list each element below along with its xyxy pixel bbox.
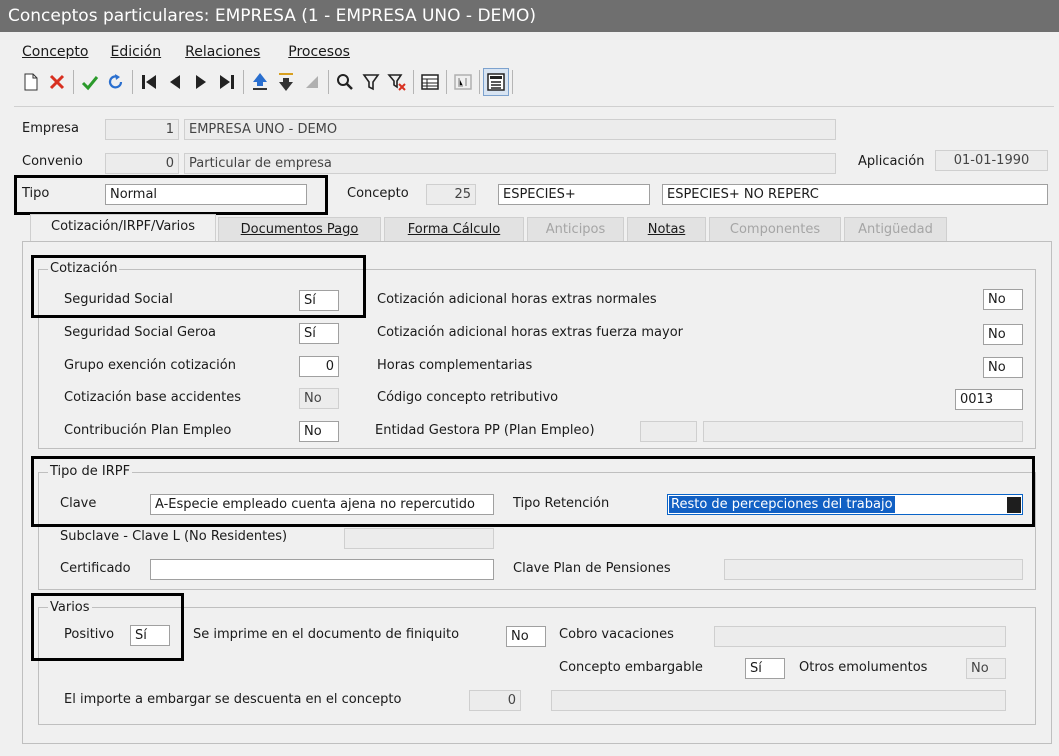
clave-label: Clave xyxy=(60,496,97,511)
finiquito-label: Se imprime en el documento de finiquito xyxy=(193,627,460,642)
tab-notas[interactable]: Notas xyxy=(627,217,706,242)
plan-pensiones-label: Clave Plan de Pensiones xyxy=(513,561,671,576)
codigo-retributivo-field[interactable]: 0013 xyxy=(955,389,1023,410)
first-record-icon[interactable] xyxy=(136,68,162,96)
tipo-retencion-value: Resto de percepciones del trabajo xyxy=(669,496,895,513)
empresa-label: Empresa xyxy=(22,121,79,136)
base-accidentes-label: Cotización base accidentes xyxy=(64,390,241,405)
new-document-icon[interactable] xyxy=(18,68,44,96)
form-view-icon[interactable] xyxy=(483,68,509,96)
undo-refresh-icon[interactable] xyxy=(103,68,129,96)
last-record-icon[interactable] xyxy=(214,68,240,96)
tab-forma-calculo[interactable]: Forma Cálculo xyxy=(384,217,524,242)
toolbar xyxy=(18,66,516,98)
irpf-highlight-box xyxy=(31,456,1035,527)
entidad-gestora-code-field xyxy=(640,421,697,442)
tipo-field[interactable]: Normal xyxy=(105,184,307,205)
tab-antiguedad: Antigüedad xyxy=(844,217,947,242)
tab-documentos-pago[interactable]: Documentos Pago xyxy=(218,217,381,242)
aplicacion-label: Aplicación xyxy=(858,154,925,169)
menu-bar: Concepto Edición Relaciones Procesos xyxy=(0,40,352,64)
importe-embargar-code-field: 0 xyxy=(469,690,521,711)
seguridad-social-label: Seguridad Social xyxy=(64,292,173,307)
cobro-vacaciones-label: Cobro vacaciones xyxy=(559,627,674,642)
cobro-vacaciones-field xyxy=(714,626,1006,647)
convenio-label: Convenio xyxy=(22,154,83,169)
concepto-embargable-label: Concepto embargable xyxy=(559,660,703,675)
entidad-gestora-name-field xyxy=(703,421,1023,442)
finiquito-field[interactable]: No xyxy=(506,626,546,647)
filter-icon[interactable] xyxy=(358,68,384,96)
otros-emolumentos-label: Otros emolumentos xyxy=(799,660,928,675)
sort-az-disabled-icon xyxy=(299,68,325,96)
menu-concepto[interactable]: Concepto xyxy=(22,40,88,64)
concepto-long-field[interactable]: ESPECIES+ NO REPERC xyxy=(662,184,1048,205)
window-title: Conceptos particulares: EMPRESA (1 - EMP… xyxy=(0,0,1059,32)
tipo-retencion-label: Tipo Retención xyxy=(513,496,610,511)
otros-emolumentos-field: No xyxy=(966,658,1006,679)
menu-procesos[interactable]: Procesos xyxy=(288,40,350,64)
tab-anticipos: Anticipos xyxy=(527,217,624,242)
delete-icon[interactable] xyxy=(44,68,70,96)
empresa-name-field: EMPRESA UNO - DEMO xyxy=(184,119,836,140)
importe-embargar-name-field xyxy=(551,690,1006,711)
seguridad-social-geroa-label: Seguridad Social Geroa xyxy=(64,325,217,340)
convenio-name-field: Particular de empresa xyxy=(184,153,836,174)
tipo-label: Tipo xyxy=(22,186,50,201)
horas-fuerza-mayor-label: Cotización adicional horas extras fuerza… xyxy=(377,325,683,340)
positivo-field[interactable]: Sí xyxy=(130,625,170,646)
subclave-label: Subclave - Clave L (No Residentes) xyxy=(60,529,288,544)
grid-view-icon[interactable] xyxy=(417,68,443,96)
sort-descending-icon[interactable] xyxy=(273,68,299,96)
certificado-label: Certificado xyxy=(60,561,131,576)
importe-embargar-label: El importe a embargar se descuenta en el… xyxy=(64,692,402,707)
grupo-exencion-field[interactable]: 0 xyxy=(299,356,339,377)
accept-check-icon[interactable] xyxy=(77,68,103,96)
certificado-field[interactable] xyxy=(150,559,494,580)
concepto-embargable-field[interactable]: Sí xyxy=(745,658,785,679)
sort-ascending-icon[interactable] xyxy=(247,68,273,96)
entidad-gestora-label: Entidad Gestora PP (Plan Empleo) xyxy=(375,423,595,438)
seguridad-social-field[interactable]: Sí xyxy=(299,290,339,311)
menu-edicion[interactable]: Edición xyxy=(110,40,161,64)
concepto-short-field[interactable]: ESPECIES+ xyxy=(498,184,650,205)
plan-pensiones-field xyxy=(724,559,1023,580)
plan-empleo-field[interactable]: No xyxy=(299,421,339,442)
aplicacion-field: 01-01-1990 xyxy=(935,150,1048,171)
next-record-icon[interactable] xyxy=(188,68,214,96)
clave-field[interactable]: A-Especie empleado cuenta ajena no reper… xyxy=(150,494,494,515)
horas-normales-field[interactable]: No xyxy=(983,289,1023,310)
horas-fuerza-mayor-field[interactable]: No xyxy=(983,324,1023,345)
base-accidentes-field: No xyxy=(299,388,339,409)
horas-complementarias-field[interactable]: No xyxy=(983,357,1023,378)
clear-filter-icon[interactable] xyxy=(384,68,410,96)
dropdown-arrow-icon[interactable] xyxy=(1007,497,1021,513)
plan-empleo-label: Contribución Plan Empleo xyxy=(64,423,232,438)
empresa-code-field: 1 xyxy=(105,119,179,140)
positivo-label: Positivo xyxy=(64,627,115,642)
ld-disabled-icon xyxy=(450,68,476,96)
concepto-code-field: 25 xyxy=(426,184,476,205)
tab-cotizacion-irpf-varios[interactable]: Cotización/IRPF/Varios xyxy=(30,214,216,242)
horas-normales-label: Cotización adicional horas extras normal… xyxy=(377,292,657,307)
search-icon[interactable] xyxy=(332,68,358,96)
grupo-exencion-label: Grupo exención cotización xyxy=(64,358,236,373)
seguridad-social-geroa-field[interactable]: Sí xyxy=(299,323,339,344)
tipo-retencion-select[interactable]: Resto de percepciones del trabajo xyxy=(667,494,1023,515)
concepto-label: Concepto xyxy=(347,186,409,201)
codigo-retributivo-label: Código concepto retributivo xyxy=(377,390,559,405)
tab-componentes: Componentes xyxy=(709,217,841,242)
convenio-code-field: 0 xyxy=(105,153,179,174)
subclave-field xyxy=(344,528,494,549)
previous-record-icon[interactable] xyxy=(162,68,188,96)
horas-complementarias-label: Horas complementarias xyxy=(377,358,533,373)
menu-relaciones[interactable]: Relaciones xyxy=(185,40,260,64)
